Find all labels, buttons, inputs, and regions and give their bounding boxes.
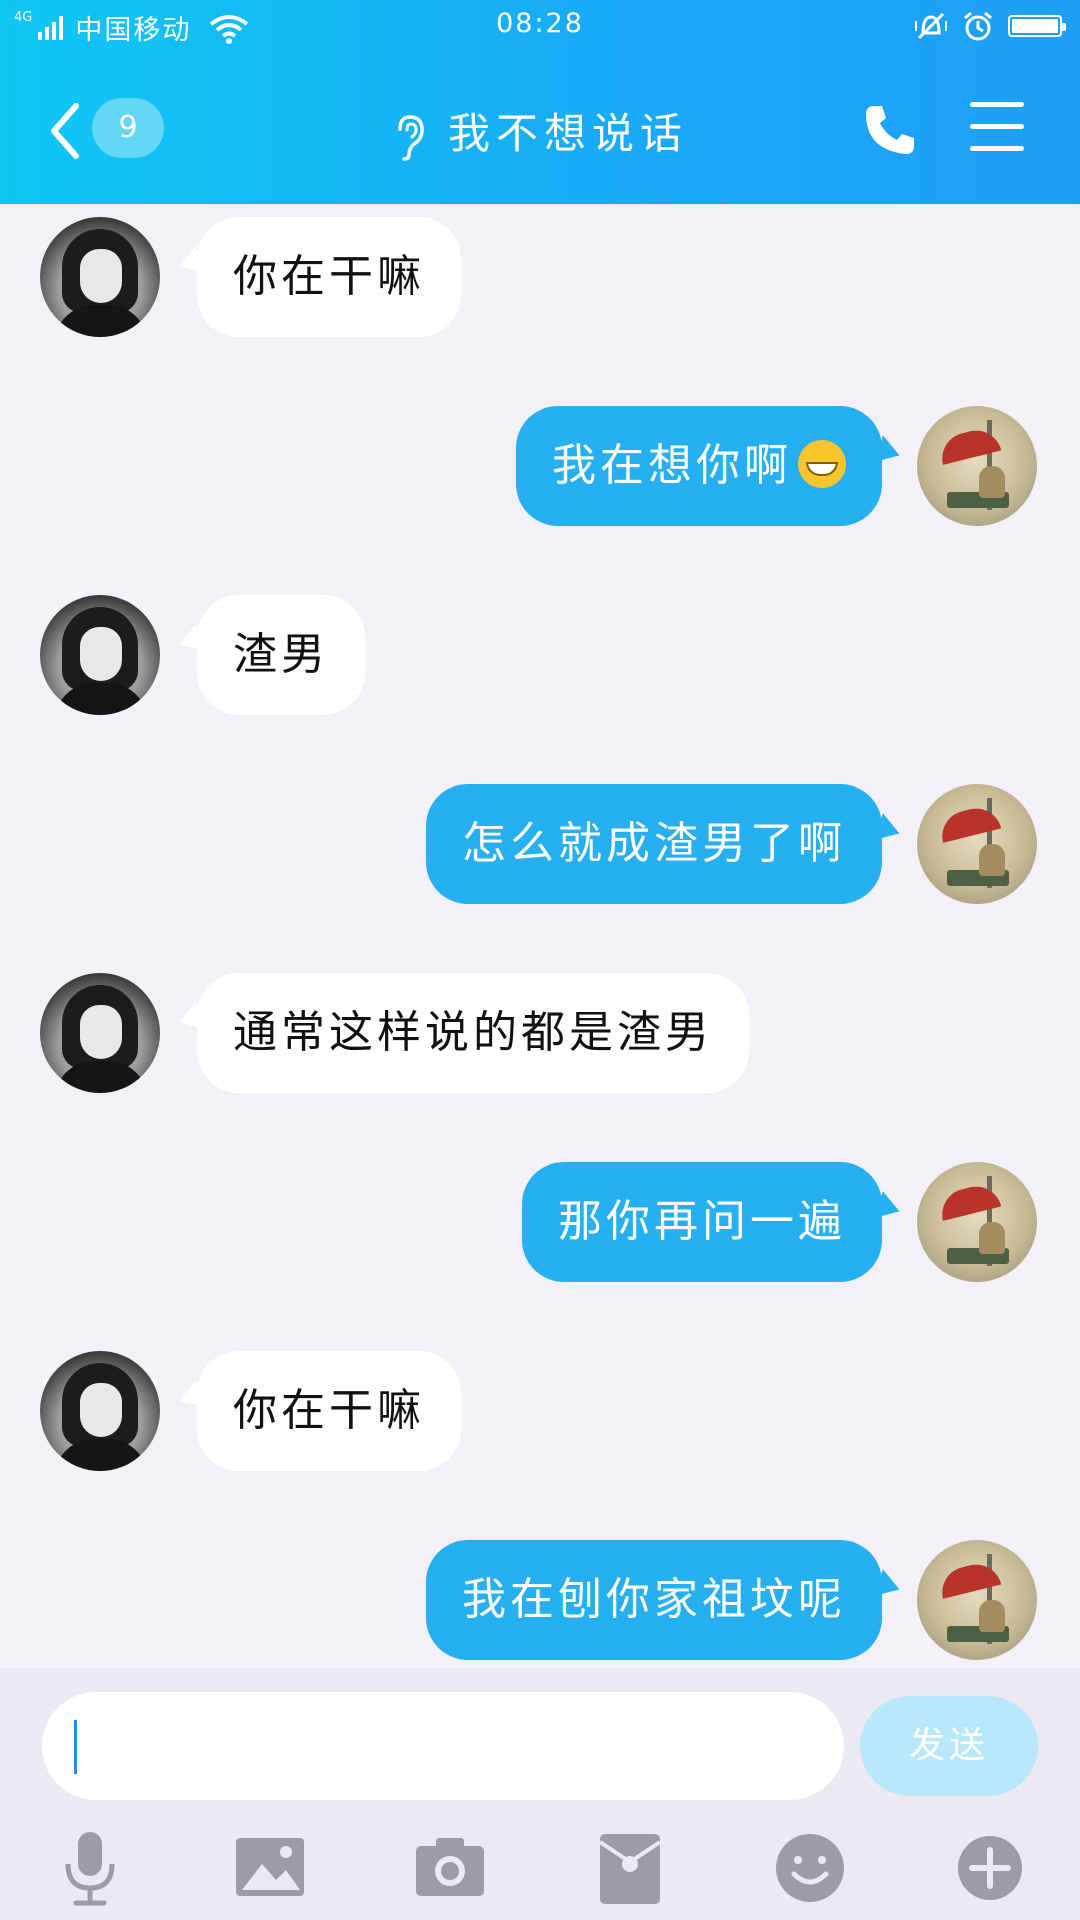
message-text: 你在干嘛: [233, 251, 425, 302]
message-text: 渣男: [233, 629, 329, 680]
plus-icon[interactable]: [950, 1828, 1030, 1908]
message-bubble[interactable]: 我在刨你家祖坟呢: [426, 1540, 882, 1660]
text-caret: [74, 1720, 77, 1774]
message-input[interactable]: [42, 1692, 844, 1800]
input-toolbar: [0, 1828, 1080, 1908]
avatar[interactable]: [917, 784, 1037, 904]
phone-icon[interactable]: [860, 100, 920, 160]
chat-area[interactable]: 你在干嘛 我在想你啊 渣男 怎么就成渣男了啊 通常这样说的都是渣男 那你再问一遍…: [0, 204, 1080, 1668]
message-bubble[interactable]: 那你再问一遍: [522, 1162, 882, 1282]
message-text: 那你再问一遍: [558, 1196, 846, 1247]
grinning-face-icon: [798, 440, 846, 488]
message-row-outgoing: 我在想你啊: [0, 406, 1080, 526]
avatar[interactable]: [40, 595, 160, 715]
status-bar: 4G 中国移动 08:28: [0, 0, 1080, 52]
image-icon[interactable]: [230, 1828, 310, 1908]
message-text: 你在干嘛: [233, 1385, 425, 1436]
avatar[interactable]: [917, 1540, 1037, 1660]
message-row-incoming: 渣男: [0, 595, 1080, 715]
message-bubble[interactable]: 我在想你啊: [516, 406, 882, 526]
message-text: 我在刨你家祖坟呢: [462, 1574, 846, 1625]
microphone-icon[interactable]: [50, 1828, 130, 1908]
status-right: [914, 10, 1066, 42]
message-bubble[interactable]: 你在干嘛: [197, 1351, 461, 1471]
message-row-outgoing: 那你再问一遍: [0, 1162, 1080, 1282]
message-row-incoming: 你在干嘛: [0, 217, 1080, 337]
avatar[interactable]: [40, 1351, 160, 1471]
send-button[interactable]: 发送: [860, 1696, 1038, 1796]
message-row-outgoing: 怎么就成渣男了啊: [0, 784, 1080, 904]
alarm-icon: [964, 11, 992, 41]
message-text: 我在想你啊: [552, 440, 792, 491]
message-bubble[interactable]: 通常这样说的都是渣男: [197, 973, 749, 1093]
message-bubble[interactable]: 渣男: [197, 595, 365, 715]
message-row-incoming: 通常这样说的都是渣男: [0, 973, 1080, 1093]
emoji-icon[interactable]: [770, 1828, 850, 1908]
message-bubble[interactable]: 怎么就成渣男了啊: [426, 784, 882, 904]
red-packet-icon[interactable]: [590, 1828, 670, 1908]
message-row-outgoing: 我在刨你家祖坟呢: [0, 1540, 1080, 1660]
header: 4G 中国移动 08:28 9 我不想说话: [0, 0, 1080, 204]
avatar[interactable]: [917, 406, 1037, 526]
menu-icon[interactable]: [970, 102, 1024, 152]
message-text: 怎么就成渣男了啊: [462, 818, 846, 869]
nav-bar: 9 我不想说话: [0, 52, 1080, 204]
avatar[interactable]: [40, 217, 160, 337]
message-row-incoming: 你在干嘛: [0, 1351, 1080, 1471]
message-bubble[interactable]: 你在干嘛: [197, 217, 461, 337]
avatar[interactable]: [917, 1162, 1037, 1282]
message-text: 通常这样说的都是渣男: [233, 1007, 713, 1058]
vibrate-mute-icon: [915, 12, 947, 40]
ear-icon[interactable]: [392, 113, 426, 161]
battery-icon: [1008, 15, 1066, 37]
chat-title-text: 我不想说话: [447, 109, 688, 158]
input-bar: 发送: [0, 1668, 1080, 1920]
camera-icon[interactable]: [410, 1828, 490, 1908]
avatar[interactable]: [40, 973, 160, 1093]
